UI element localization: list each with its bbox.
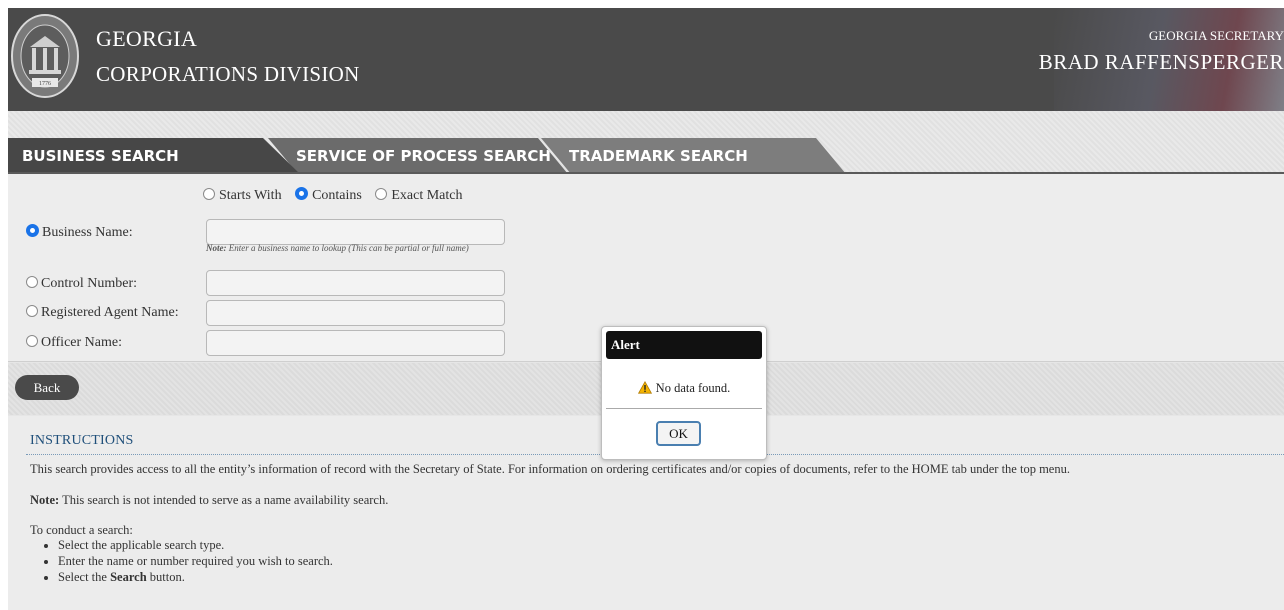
instructions-intro: To conduct a search:: [30, 523, 133, 537]
svg-text:1776: 1776: [39, 81, 51, 87]
site-header: 1776 GEORGIA CORPORATIONS DIVISION GEORG…: [8, 8, 1284, 111]
registered-agent-option[interactable]: Registered Agent Name:: [26, 305, 179, 321]
back-button[interactable]: Back: [15, 375, 79, 400]
site-title: GEORGIA: [96, 26, 198, 51]
alert-dialog: Alert No data found. OK: [601, 326, 767, 460]
georgia-seal-logo[interactable]: 1776: [10, 12, 80, 100]
secretary-label: GEORGIA SECRETARY: [1148, 28, 1284, 43]
instructions-paragraph: This search provides access to all the e…: [30, 462, 1070, 476]
ok-button[interactable]: OK: [656, 421, 701, 446]
match-option-starts-with[interactable]: Starts With: [203, 188, 285, 203]
officer-name-radio[interactable]: [26, 335, 38, 347]
tab-business-search[interactable]: BUSINESS SEARCH: [8, 138, 300, 174]
contains-radio[interactable]: [295, 187, 309, 200]
registered-agent-input[interactable]: [206, 300, 505, 326]
page-frame: 1776 GEORGIA CORPORATIONS DIVISION GEORG…: [8, 8, 1284, 610]
match-option-contains[interactable]: Contains: [295, 187, 365, 203]
alert-divider: [606, 408, 762, 409]
alert-message: No data found.: [655, 381, 731, 395]
business-name-radio[interactable]: [26, 224, 39, 237]
alert-message-row: No data found.: [602, 381, 766, 396]
list-item: Enter the name or number required you wi…: [58, 553, 333, 569]
business-name-input[interactable]: [206, 219, 505, 245]
exact-match-radio[interactable]: [375, 188, 388, 200]
list-item: Select the Search button.: [58, 569, 333, 585]
secretary-name: BRAD RAFFENSPERGER: [1038, 50, 1284, 74]
instructions-note: Note: This search is not intended to ser…: [30, 493, 389, 507]
officer-name-input[interactable]: [206, 330, 505, 356]
business-name-note: Note: Enter a business name to lookup (T…: [206, 243, 469, 253]
starts-with-radio[interactable]: [203, 188, 215, 200]
alert-title: Alert: [606, 331, 762, 359]
registered-agent-radio[interactable]: [26, 305, 38, 317]
match-option-exact-match[interactable]: Exact Match: [375, 188, 463, 203]
officer-name-option[interactable]: Officer Name:: [26, 335, 122, 351]
control-number-radio[interactable]: [26, 276, 38, 288]
match-type-options: Starts With Contains Exact Match: [203, 187, 473, 204]
instructions-title: INSTRUCTIONS: [30, 433, 134, 448]
control-number-option[interactable]: Control Number:: [26, 276, 137, 292]
search-tabs: TRADEMARK SEARCH SERVICE OF PROCESS SEAR…: [8, 138, 1284, 174]
site-subtitle: CORPORATIONS DIVISION: [96, 62, 360, 86]
business-name-option[interactable]: Business Name:: [26, 224, 133, 241]
tab-trademark-search[interactable]: TRADEMARK SEARCH: [541, 138, 846, 174]
list-item: Select the applicable search type.: [58, 537, 333, 553]
control-number-input[interactable]: [206, 270, 505, 296]
tab-service-of-process-search[interactable]: SERVICE OF PROCESS SEARCH: [268, 138, 568, 174]
warning-icon: [637, 381, 652, 394]
instructions-steps: Select the applicable search type. Enter…: [58, 537, 333, 585]
